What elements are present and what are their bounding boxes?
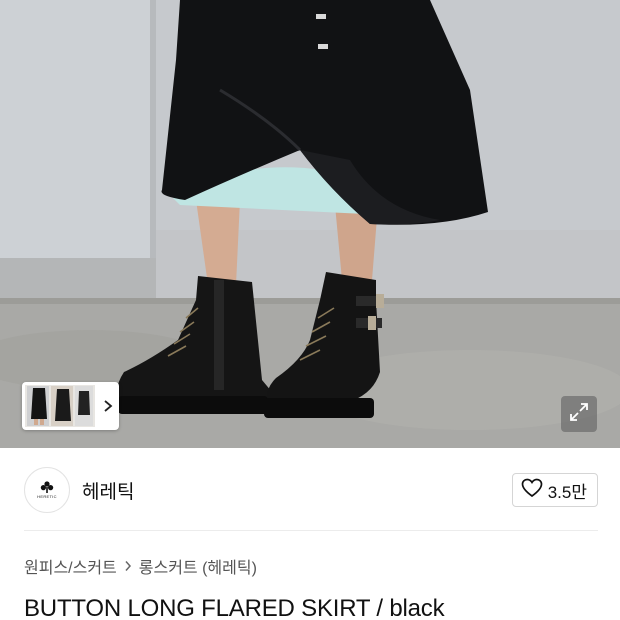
brand-name[interactable]: 헤레틱 [82, 477, 134, 504]
brand-logo[interactable]: HERETIC [24, 467, 70, 513]
breadcrumb-item-subcategory[interactable]: 롱스커트 (헤레틱) [139, 554, 257, 578]
product-thumbnail-strip[interactable] [25, 385, 95, 427]
like-button[interactable]: 3.5만 [511, 473, 598, 507]
expand-arrows-icon [568, 401, 590, 428]
brand-emblem-icon [40, 481, 54, 493]
divider [24, 530, 598, 531]
chevron-right-icon[interactable] [101, 399, 115, 413]
brand-row: HERETIC 헤레틱 3.5만 [24, 467, 598, 513]
product-title: BUTTON LONG FLARED SKIRT / black [24, 595, 445, 620]
chevron-right-icon [124, 560, 132, 572]
like-count: 3.5만 [547, 482, 587, 502]
product-image[interactable] [0, 0, 620, 448]
heart-outline-icon [521, 478, 543, 503]
brand-logo-text: HERETIC [37, 494, 57, 499]
expand-button[interactable] [561, 396, 597, 432]
thumbnail-strip[interactable] [22, 382, 119, 430]
breadcrumb: 원피스/스커트 롱스커트 (헤레틱) [24, 555, 257, 577]
breadcrumb-item-category[interactable]: 원피스/스커트 [24, 554, 117, 578]
product-photo-scene [0, 0, 620, 448]
